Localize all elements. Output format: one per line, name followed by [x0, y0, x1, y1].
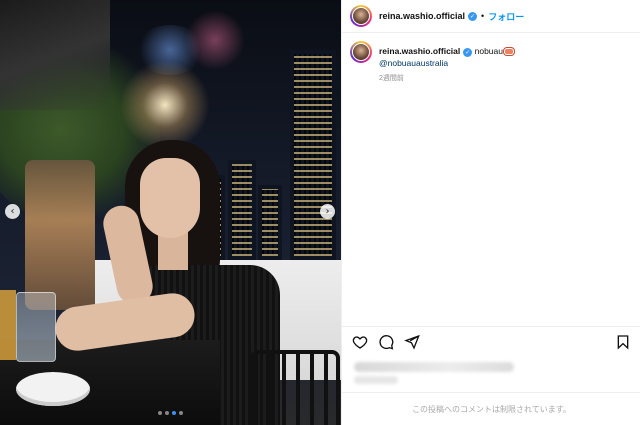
carousel-dot: [158, 411, 162, 415]
likes-summary-blurred: [354, 362, 514, 372]
save-button[interactable]: [615, 334, 631, 350]
post-photo[interactable]: ‹ ›: [0, 0, 341, 425]
verified-icon: ✓: [463, 48, 473, 57]
comment-icon: [379, 334, 394, 350]
caption-body: reina.washio.official ✓ nobuau @nobuauaus…: [379, 41, 514, 85]
carousel-indicator: [0, 411, 341, 415]
skyscraper: [228, 160, 256, 260]
skyscraper: [258, 185, 282, 260]
heart-icon: [352, 335, 368, 349]
carousel-next-button[interactable]: ›: [320, 204, 335, 219]
post-header: reina.washio.official ✓ • フォロー: [342, 0, 640, 33]
caption-mention[interactable]: @nobuauaustralia: [379, 57, 514, 69]
caption-username[interactable]: reina.washio.official: [379, 46, 460, 56]
caption-text: nobuau: [474, 46, 503, 56]
likes-date-blurred: [354, 376, 398, 384]
water-glass: [16, 292, 56, 362]
carousel-dot: [179, 411, 183, 415]
header-username[interactable]: reina.washio.official: [379, 11, 465, 21]
comment-button[interactable]: [378, 334, 394, 350]
carousel-dot: [172, 411, 176, 415]
separator: •: [481, 11, 485, 21]
like-button[interactable]: [352, 334, 368, 350]
verified-icon: ✓: [468, 11, 478, 21]
person-face: [140, 158, 200, 238]
comments-disabled-notice: この投稿へのコメントは制限されています。: [342, 392, 640, 425]
carousel-dot: [165, 411, 169, 415]
avatar[interactable]: [350, 41, 372, 63]
post-sidebar: reina.washio.official ✓ • フォロー reina.was…: [341, 0, 640, 425]
share-button[interactable]: [404, 334, 420, 350]
skyscraper: [290, 50, 336, 260]
send-icon: [404, 334, 420, 350]
lens-flare: [185, 10, 245, 70]
awning: [0, 0, 110, 110]
avatar[interactable]: [350, 5, 372, 27]
carousel-prev-button[interactable]: ‹: [5, 204, 20, 219]
sushi-icon: [504, 48, 514, 56]
action-bar: [342, 326, 640, 356]
beer-glass: [0, 290, 16, 360]
post-time[interactable]: 2週間前: [379, 73, 514, 85]
patio-heater: [25, 160, 95, 310]
bookmark-icon: [617, 334, 629, 350]
caption: reina.washio.official ✓ nobuau @nobuauaus…: [342, 33, 640, 85]
street-light: [120, 60, 210, 150]
plate: [16, 372, 90, 406]
follow-button[interactable]: フォロー: [488, 10, 524, 23]
chevron-right-icon: ›: [325, 206, 330, 217]
chevron-left-icon: ‹: [10, 206, 15, 217]
